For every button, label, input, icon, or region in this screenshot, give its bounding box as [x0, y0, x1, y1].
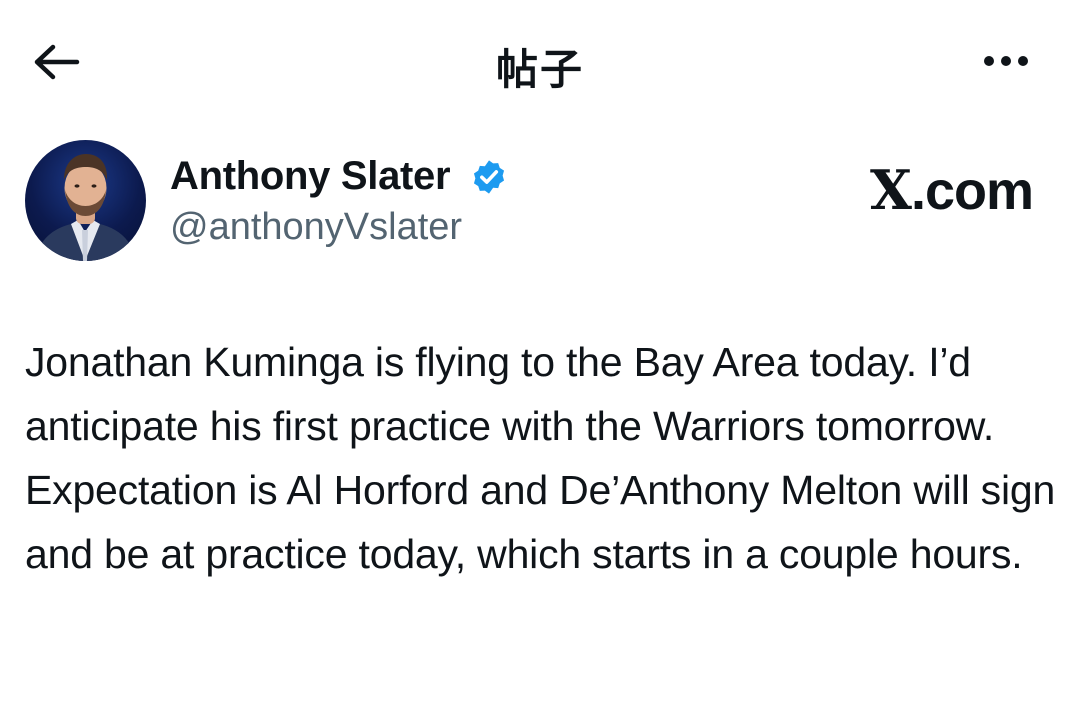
author-row: Anthony Slater @anthonyVslater X.com [25, 140, 1055, 262]
verified-badge-icon [473, 160, 505, 194]
more-horizontal-icon [984, 56, 994, 66]
x-com-watermark: X.com [870, 158, 1034, 222]
avatar-image [35, 154, 136, 261]
more-horizontal-icon-dot [1001, 56, 1011, 66]
author-name[interactable]: Anthony Slater [170, 154, 451, 199]
brand-suffix: .com [910, 161, 1034, 221]
x-logo: X [870, 158, 912, 222]
tweet-text: Jonathan Kuminga is flying to the Bay Ar… [25, 339, 1056, 577]
page-title: 帖子 [495, 45, 584, 94]
more-options-button[interactable] [976, 44, 1036, 78]
top-bar: 帖子 [0, 0, 1080, 120]
avatar[interactable] [25, 140, 146, 261]
author-handle[interactable]: @anthonyVslater [170, 206, 462, 249]
more-horizontal-icon-dot [1018, 56, 1028, 66]
